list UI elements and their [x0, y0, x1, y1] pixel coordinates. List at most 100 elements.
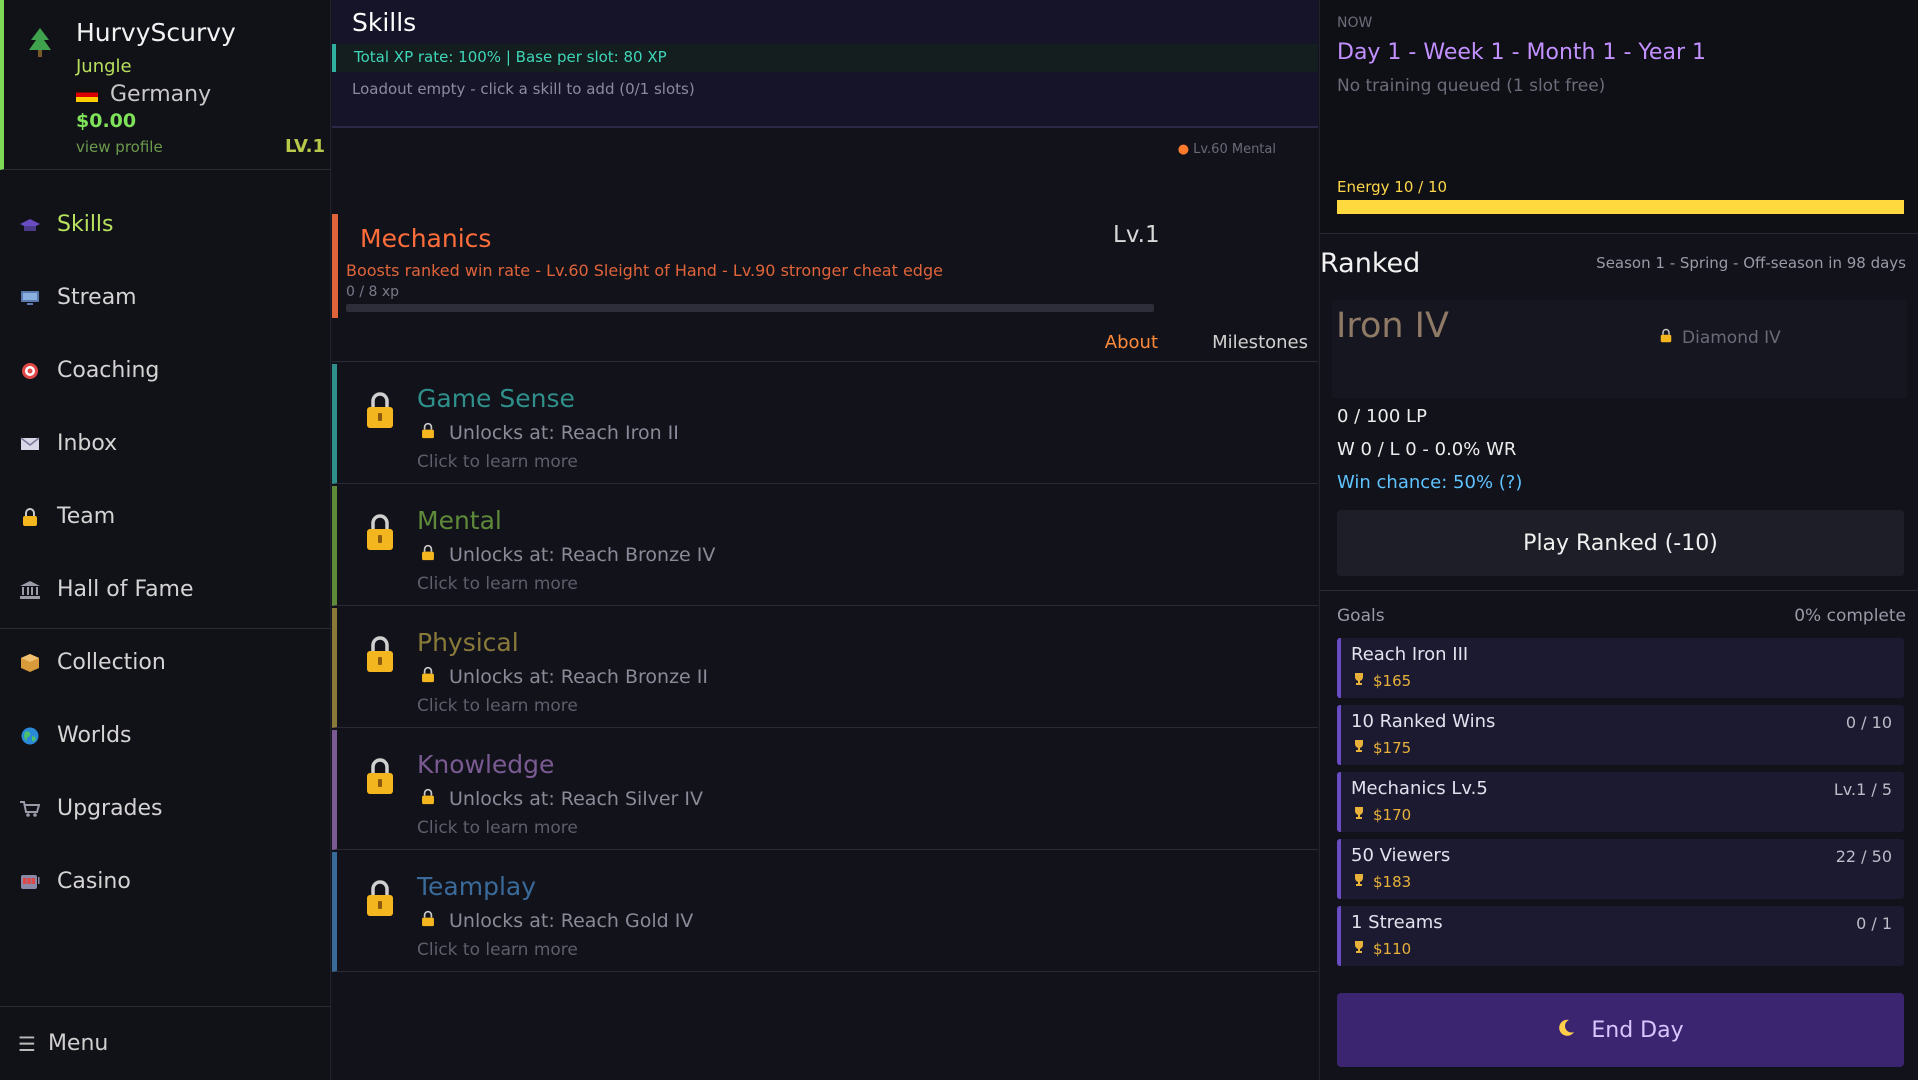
nav-item-upgrades[interactable]: Upgrades [0, 772, 331, 845]
goals-label: Goals [1337, 606, 1385, 626]
skill-row[interactable]: Physical Unlocks at: Reach Bronze II Click… [332, 608, 1318, 728]
nav-item-coaching[interactable]: Coaching [0, 334, 331, 407]
trophy-icon [1353, 672, 1365, 690]
trophy-icon [1353, 873, 1365, 891]
goal-reward: $110 [1353, 940, 1411, 958]
tree-icon [29, 28, 51, 66]
globe-icon [20, 726, 40, 746]
play-ranked-button[interactable]: Play Ranked (-10) [1337, 510, 1904, 576]
goal-card: Reach Iron III $165 [1337, 638, 1904, 698]
mechanics-name: Mechanics [360, 224, 492, 253]
goal-card: Mechanics Lv.5 $170 Lv.1 / 5 [1337, 772, 1904, 832]
nav-item-casino[interactable]: Casino [0, 845, 331, 918]
skill-name: Game Sense [417, 384, 575, 413]
profile-money: $0.00 [76, 110, 137, 132]
lock-icon [421, 422, 435, 444]
unlock-text: Unlocks at: Reach Bronze IV [449, 544, 716, 566]
unlock-text: Unlocks at: Reach Iron II [449, 422, 679, 444]
bank-icon [20, 580, 40, 600]
goal-card: 10 Ranked Wins $175 0 / 10 [1337, 705, 1904, 765]
skill-row[interactable]: Game Sense Unlocks at: Reach Iron II Click… [332, 364, 1318, 484]
current-date: Day 1 - Week 1 - Month 1 - Year 1 [1337, 40, 1706, 65]
learn-more-hint: Click to learn more [417, 818, 578, 838]
skill-unlock-requirement: Unlocks at: Reach Bronze IV [421, 544, 715, 566]
skill-name: Mental [417, 506, 502, 535]
sidebar: HurvyScurvy Jungle Germany $0.00 view pr… [0, 0, 331, 1080]
page-title: Skills [352, 8, 417, 37]
goal-reward-amount: $170 [1373, 806, 1412, 824]
goal-card: 1 Streams $110 0 / 1 [1337, 906, 1904, 966]
moon-icon [1557, 1018, 1575, 1043]
graduation-cap-icon [20, 215, 40, 235]
nav-item-worlds[interactable]: Worlds [0, 699, 331, 772]
learn-more-hint: Click to learn more [417, 696, 578, 716]
goals-complete: 0% complete [1794, 606, 1906, 626]
goal-progress: 0 / 10 [1845, 713, 1892, 732]
nav-item-team[interactable]: Team [0, 480, 331, 553]
end-day-label: End Day [1591, 1017, 1684, 1043]
profile-country: Germany [76, 82, 211, 107]
monitor-icon [20, 288, 40, 308]
goal-reward: $175 [1353, 739, 1411, 757]
loadout-status: Loadout empty - click a skill to add (0/… [352, 80, 695, 98]
lock-icon [421, 666, 435, 688]
mechanics-hint-text: Lv.60 Mental [1193, 142, 1276, 157]
profile-role: Jungle [76, 56, 132, 77]
goal-card: 50 Viewers $183 22 / 50 [1337, 839, 1904, 899]
xp-rate-text: Total XP rate: 100% | Base per slot: 80 … [354, 48, 667, 66]
nav-item-skills[interactable]: Skills [0, 188, 331, 261]
goal-name: 10 Ranked Wins [1351, 711, 1496, 732]
target-icon [20, 361, 40, 381]
skill-name: Physical [417, 628, 519, 657]
slot-machine-icon [20, 872, 40, 892]
menu-button[interactable]: ☰ Menu [0, 1006, 331, 1080]
goal-progress: 22 / 50 [1835, 847, 1892, 866]
skill-name: Teamplay [417, 872, 537, 901]
lock-icon [365, 756, 395, 796]
energy-bar [1337, 200, 1904, 214]
nav-label: Upgrades [57, 796, 163, 821]
season-info: Season 1 - Spring - Off-season in 98 day… [1596, 254, 1906, 272]
goal-progress: Lv.1 / 5 [1833, 780, 1892, 799]
envelope-icon [20, 434, 40, 454]
trophy-icon [1353, 739, 1365, 757]
nav-item-stream[interactable]: Stream [0, 261, 331, 334]
lock-icon [421, 788, 435, 810]
goal-reward: $165 [1353, 672, 1411, 690]
league-points: 0 / 100 LP [1337, 406, 1427, 427]
target-rank: Diamond IV [1660, 328, 1781, 348]
nav-label: Casino [57, 869, 131, 894]
tab-about[interactable]: About [1105, 332, 1158, 353]
nav-label: Inbox [57, 431, 118, 456]
lock-icon [421, 910, 435, 932]
ranked-title: Ranked [1320, 248, 1421, 279]
training-status: No training queued (1 slot free) [1337, 76, 1606, 96]
flame-icon: ● [1177, 142, 1190, 157]
end-day-button[interactable]: End Day [1337, 993, 1904, 1067]
nav-label: Skills [57, 212, 114, 237]
mechanics-skill-card[interactable]: Mechanics Lv.1 Boosts ranked win rate - … [332, 214, 1318, 318]
energy-fill [1337, 200, 1904, 214]
germany-flag-icon [76, 87, 98, 102]
skill-unlock-requirement: Unlocks at: Reach Gold IV [421, 910, 693, 932]
goals-divider [1320, 590, 1918, 591]
win-chance[interactable]: Win chance: 50% (?) [1337, 472, 1522, 493]
skill-row[interactable]: Knowledge Unlocks at: Reach Silver IV Clic… [332, 730, 1318, 850]
nav-label: Stream [57, 285, 137, 310]
view-profile-link[interactable]: view profile [76, 138, 163, 156]
nav-item-collection[interactable]: Collection [0, 626, 331, 699]
lock-icon [365, 634, 395, 674]
lock-icon [365, 512, 395, 552]
tab-milestones[interactable]: Milestones [1212, 332, 1308, 353]
win-loss-record: W 0 / L 0 - 0.0% WR [1337, 439, 1517, 460]
nav-label: Hall of Fame [57, 577, 194, 602]
skill-row[interactable]: Mental Unlocks at: Reach Bronze IV Click t… [332, 486, 1318, 606]
nav-item-inbox[interactable]: Inbox [0, 407, 331, 480]
country-label: Germany [110, 82, 212, 107]
skill-name: Knowledge [417, 750, 555, 779]
goal-name: Mechanics Lv.5 [1351, 778, 1488, 799]
lock-icon [421, 544, 435, 566]
skill-row[interactable]: Teamplay Unlocks at: Reach Gold IV Click t… [332, 852, 1318, 972]
skill-unlock-requirement: Unlocks at: Reach Silver IV [421, 788, 703, 810]
nav-item-hall-of-fame[interactable]: Hall of Fame [0, 553, 331, 626]
